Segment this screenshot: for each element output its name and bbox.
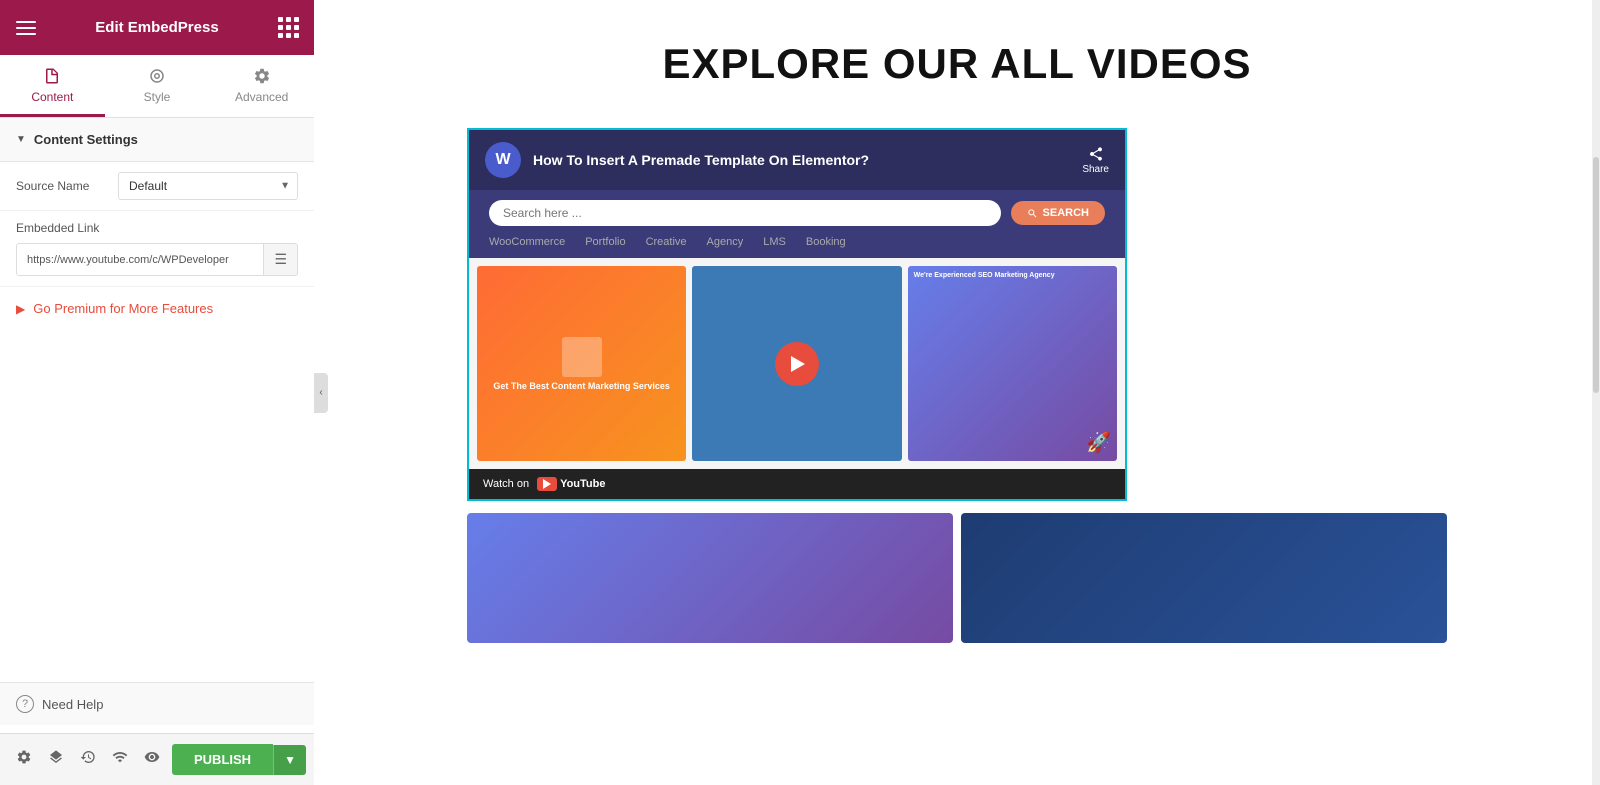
hamburger-icon[interactable]: [16, 21, 36, 35]
page-main-title: EXPLORE OUR ALL VIDEOS: [467, 40, 1447, 88]
youtube-name: YouTube: [560, 478, 605, 490]
tab-advanced-label: Advanced: [235, 90, 288, 104]
tab-advanced[interactable]: Advanced: [209, 55, 314, 117]
need-help-section: ? Need Help: [0, 682, 314, 725]
panel-tabs: Content Style Advanced: [0, 55, 314, 118]
embedded-link-input[interactable]: [17, 247, 263, 273]
content-settings-label: Content Settings: [34, 132, 138, 147]
nav-link-lms[interactable]: LMS: [763, 236, 786, 248]
embedded-link-label: Embedded Link: [16, 221, 298, 235]
premium-row: ▶ Go Premium for More Features: [0, 287, 314, 330]
yt-top-bar: W How To Insert A Premade Template On El…: [469, 130, 1125, 190]
publish-button[interactable]: PUBLISH: [172, 744, 273, 775]
yt-search-bar: SEARCH: [469, 190, 1125, 236]
nav-link-booking[interactable]: Booking: [806, 236, 846, 248]
share-label: Share: [1082, 164, 1109, 175]
bottom-card-2: [961, 513, 1447, 643]
bottom-card-1: [467, 513, 953, 643]
tab-content[interactable]: Content: [0, 55, 105, 117]
yt-watch-bar: Watch on YouTube: [469, 469, 1125, 499]
responsive-icon-button[interactable]: [108, 745, 132, 774]
source-name-label: Source Name: [16, 179, 106, 193]
premium-arrow-icon: ▶: [16, 302, 25, 316]
publish-button-wrapper: PUBLISH ▼: [172, 744, 306, 775]
eye-icon-button[interactable]: [140, 745, 164, 774]
history-icon-button[interactable]: [76, 745, 100, 774]
source-name-select[interactable]: Default YouTube Vimeo Custom: [118, 172, 298, 200]
card-1-thumbnail: [562, 337, 602, 377]
collapse-panel-handle[interactable]: ‹: [314, 373, 328, 413]
bottom-bar: PUBLISH ▼: [0, 733, 314, 785]
chevron-down-icon: ▼: [16, 134, 26, 145]
youtube-icon: [537, 477, 557, 491]
panel-header: Edit EmbedPress: [0, 0, 314, 55]
youtube-embed: W How To Insert A Premade Template On El…: [469, 130, 1125, 499]
panel-title: Edit EmbedPress: [95, 19, 218, 36]
tab-content-label: Content: [31, 90, 73, 104]
publish-dropdown-button[interactable]: ▼: [273, 745, 306, 775]
embedded-link-input-wrapper: ☰: [16, 243, 298, 276]
yt-search-button[interactable]: SEARCH: [1011, 201, 1105, 225]
main-content: EXPLORE OUR ALL VIDEOS W How To Insert A…: [314, 0, 1600, 785]
tab-style[interactable]: Style: [105, 55, 210, 117]
embedded-link-row: Embedded Link ☰: [0, 211, 314, 287]
video-card-play[interactable]: [692, 266, 901, 461]
layers-icon-button[interactable]: [44, 745, 68, 774]
rocket-icon: 🚀: [914, 430, 1111, 455]
card-3-text: We're Experienced SEO Marketing Agency: [914, 272, 1111, 279]
content-settings-section[interactable]: ▼ Content Settings: [0, 118, 314, 162]
url-list-icon-button[interactable]: ☰: [263, 244, 297, 275]
left-panel: Edit EmbedPress Content Style Advanced ▼: [0, 0, 314, 785]
yt-nav-links: WooCommerce Portfolio Creative Agency LM…: [469, 236, 1125, 258]
card-1-text: Get The Best Content Marketing Services: [493, 381, 670, 391]
yt-share-button[interactable]: Share: [1082, 146, 1109, 175]
nav-link-woocommerce[interactable]: WooCommerce: [489, 236, 565, 248]
nav-link-agency[interactable]: Agency: [707, 236, 744, 248]
yt-videos-grid: Get The Best Content Marketing Services …: [469, 258, 1125, 469]
yt-search-input[interactable]: [489, 200, 1001, 226]
yt-video-title: How To Insert A Premade Template On Elem…: [533, 152, 1070, 168]
tab-style-label: Style: [144, 90, 171, 104]
video-card-3[interactable]: We're Experienced SEO Marketing Agency 🚀: [908, 266, 1117, 461]
help-icon: ?: [16, 695, 34, 713]
play-button[interactable]: [775, 342, 819, 386]
search-button-label: SEARCH: [1043, 207, 1089, 219]
premium-link[interactable]: Go Premium for More Features: [33, 301, 213, 316]
youtube-logo: YouTube: [537, 477, 605, 491]
video-card-1[interactable]: Get The Best Content Marketing Services: [477, 266, 686, 461]
nav-link-creative[interactable]: Creative: [646, 236, 687, 248]
embed-container: W How To Insert A Premade Template On El…: [467, 128, 1127, 501]
main-inner: EXPLORE OUR ALL VIDEOS W How To Insert A…: [407, 0, 1507, 683]
watch-on-label: Watch on: [483, 478, 529, 490]
yt-channel-logo: W: [485, 142, 521, 178]
source-name-row: Source Name Default YouTube Vimeo Custom…: [0, 162, 314, 211]
grid-icon[interactable]: [278, 17, 298, 38]
settings-icon-button[interactable]: [12, 745, 36, 774]
source-name-select-wrapper: Default YouTube Vimeo Custom ▼: [118, 172, 298, 200]
nav-link-portfolio[interactable]: Portfolio: [585, 236, 625, 248]
need-help-label: Need Help: [42, 697, 103, 712]
bottom-cards-row: [467, 513, 1447, 643]
right-scrollbar[interactable]: [1592, 0, 1600, 785]
scrollbar-thumb: [1593, 157, 1599, 393]
